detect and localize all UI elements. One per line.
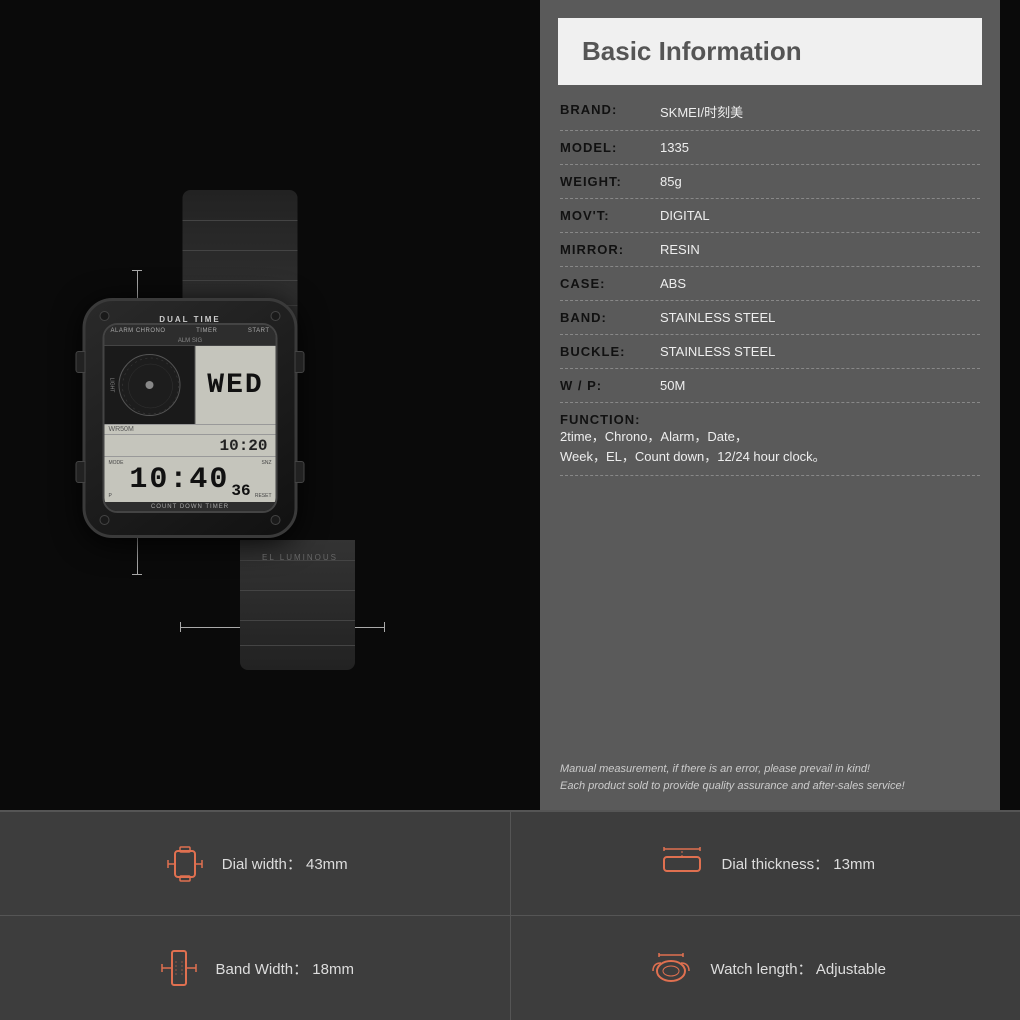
watch-case: DUAL TIME SKMEI ALARM CHRONO TIMER START [83,298,298,538]
info-row-brand: BRAND: SKMEI/时刻美 [560,93,980,131]
wp-key: W / P: [560,378,660,393]
band-width-text: Band Width： 18mm [216,958,354,979]
specs-row-1: Dial width： 43mm [0,810,1020,915]
dial-width-label: Dial width： [222,856,302,873]
info-row-buckle: BUCKLE: STAINLESS STEEL [560,335,980,369]
time-top-value: 10:20 [219,437,267,455]
brand-val: SKMEI/时刻美 [660,102,980,121]
note-text: Manual measurement, if there is an error… [560,763,905,792]
spec-band-width: Band Width： 18mm [0,916,511,1020]
specs-section: Dial width： 43mm [0,810,1020,1020]
watch-length-text: Watch length： Adjustable [711,958,886,979]
day-value: WED [207,370,263,401]
side-button-right-top [295,351,305,373]
model-val: 1335 [660,140,980,155]
movt-key: MOV'T: [560,208,660,223]
wp-val: 50M [660,378,980,393]
info-rows: BRAND: SKMEI/时刻美 MODEL: 1335 WEIGHT: 85g… [540,85,1000,751]
snz-label: SNZ [262,460,272,466]
band-width-icon [156,945,202,991]
watch-length-label: Watch length： [711,961,813,978]
timer-label: TIMER [196,328,217,334]
buckle-val: STAINLESS STEEL [660,344,980,359]
function-val: 2time，Chrono，Alarm，Date，Week，EL，Count do… [560,427,980,466]
dial-thickness-icon [656,841,708,887]
time-main-value: 10:40 [129,463,229,497]
mirror-val: RESIN [660,242,980,257]
mirror-key: MIRROR: [560,242,660,257]
screw-tl [100,311,110,321]
main-content-area: 45mm 43mm [0,0,1020,810]
dial-width-icon [162,841,208,887]
info-title-bar: Basic Information [558,18,982,85]
watch-image-area: 45mm 43mm [0,0,540,810]
screw-tr [271,311,281,321]
spec-watch-length: Watch length： Adjustable [511,916,1020,1020]
spec-dial-width: Dial width： 43mm [0,812,511,915]
dial-width-text: Dial width： 43mm [222,853,348,874]
dial-header: ALARM CHRONO TIMER START [105,325,276,337]
start-label: START [248,328,270,334]
info-row-mirror: MIRROR: RESIN [560,233,980,267]
weight-key: WEIGHT: [560,174,660,189]
info-panel: Basic Information BRAND: SKMEI/时刻美 MODEL… [540,0,1000,810]
time-top-row: 10:20 [105,434,276,456]
side-button-right-bottom [295,461,305,483]
movt-val: DIGITAL [660,208,980,223]
alm-sig-label: ALM SIG [178,338,202,344]
compass-circle [119,354,181,416]
model-key: MODEL: [560,140,660,155]
info-row-case: CASE: ABS [560,267,980,301]
info-title: Basic Information [582,36,958,67]
dial-thickness-value: 13mm [833,856,875,873]
day-display: WED [195,346,276,424]
brand-key: BRAND: [560,102,660,117]
p-label: P [109,493,112,499]
side-button-left-bottom [76,461,86,483]
weight-val: 85g [660,174,980,189]
dial-middle: LIGHT [105,346,276,424]
dial-thickness-label: Dial thickness： [722,856,830,873]
info-row-band: BAND: STAINLESS STEEL [560,301,980,335]
function-key: FUNCTION: [560,412,980,427]
info-row-movt: MOV'T: DIGITAL [560,199,980,233]
watch-length-icon [645,945,697,991]
watch-container: 45mm 43mm [100,140,440,700]
wr-label: WR50M [105,424,276,434]
el-luminous-label: EL LUMINOUS [262,553,338,562]
count-down-label: COUNT DOWN TIMER [105,502,276,512]
info-note: Manual measurement, if there is an error… [540,751,1000,810]
spec-dial-thickness: Dial thickness： 13mm [511,812,1020,915]
time-main-row: MODE P 10:40 36 SNZ RESET [105,456,276,502]
light-label: LIGHT [109,378,115,393]
info-row-function: FUNCTION: 2time，Chrono，Alarm，Date，Week，E… [560,403,980,476]
screw-bl [100,515,110,525]
band-width-value: 18mm [312,961,354,978]
mode-label: MODE [109,460,124,466]
info-row-model: MODEL: 1335 [560,131,980,165]
watch-visual: DUAL TIME SKMEI ALARM CHRONO TIMER START [160,190,440,670]
dial-width-value: 43mm [306,856,348,873]
band-val: STAINLESS STEEL [660,310,980,325]
side-button-left-top [76,351,86,373]
info-row-weight: WEIGHT: 85g [560,165,980,199]
case-val: ABS [660,276,980,291]
compass-area: LIGHT [105,346,195,424]
reset-label: RESET [255,493,272,499]
info-row-wp: W / P: 50M [560,369,980,403]
case-key: CASE: [560,276,660,291]
screw-br [271,515,281,525]
compass-center [146,381,154,389]
watch-dial: ALARM CHRONO TIMER START ALM SIG [103,323,278,513]
dial-thickness-text: Dial thickness： 13mm [722,853,875,874]
alarm-chrono-label: ALARM CHRONO [111,328,166,334]
buckle-key: BUCKLE: [560,344,660,359]
band-width-label: Band Width： [216,961,309,978]
watch-length-value: Adjustable [816,961,886,978]
seconds-value: 36 [231,482,250,502]
specs-row-2: Band Width： 18mm [0,915,1020,1020]
band-key: BAND: [560,310,660,325]
dial-subheader: ALM SIG [105,337,276,346]
